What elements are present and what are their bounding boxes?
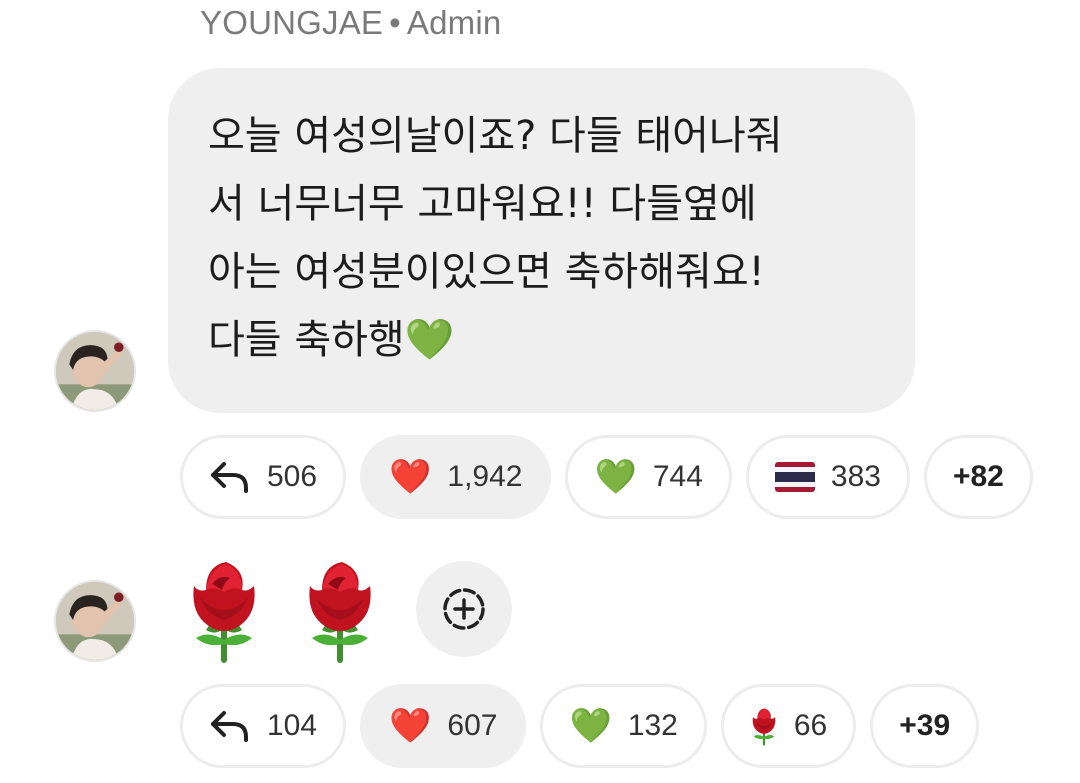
add-reaction-button[interactable] [416, 561, 512, 657]
avatar-photo [56, 332, 134, 410]
sticker-reactions: 104 ❤️ 607 💚 132 66 +39 [180, 684, 980, 768]
reply-button[interactable]: 104 [180, 684, 347, 768]
more-reactions-count: +82 [952, 460, 1004, 493]
thailand-flag-icon [774, 462, 815, 492]
reaction-red-heart[interactable]: ❤️ 607 [360, 684, 527, 768]
reaction-thailand-flag[interactable]: 383 [745, 435, 910, 519]
rose-icon [193, 562, 255, 663]
red-heart-icon: ❤️ [389, 458, 432, 496]
reply-button[interactable]: 506 [180, 435, 347, 519]
reply-count: 506 [267, 460, 318, 493]
reaction-rose[interactable]: 66 [720, 684, 857, 768]
reaction-count: 1,942 [447, 460, 523, 493]
add-reaction-icon [443, 588, 485, 630]
reply-arrow-icon [209, 461, 251, 493]
more-reactions-button[interactable]: +39 [870, 684, 980, 768]
reaction-green-heart[interactable]: 💚 132 [540, 684, 707, 768]
reaction-count: 744 [652, 460, 703, 493]
sender-name[interactable]: YOUNGJAE [200, 4, 383, 41]
sender-header: YOUNGJAE • Admin [200, 4, 501, 42]
message-bubble[interactable]: 오늘 여성의날이죠? 다들 태어나줘 서 너무너무 고마워요!! 다들옆에 아는… [168, 68, 915, 413]
red-heart-icon: ❤️ [389, 707, 432, 745]
reply-arrow-icon [209, 710, 251, 742]
green-heart-icon: 💚 [594, 458, 637, 496]
message-reactions: 506 ❤️ 1,942 💚 744 383 +82 [180, 435, 1033, 519]
sender-avatar[interactable] [54, 330, 136, 412]
sender-avatar[interactable] [54, 580, 136, 662]
rose-icon [752, 708, 776, 746]
sender-role-badge: Admin [406, 4, 502, 41]
reaction-green-heart[interactable]: 💚 744 [565, 435, 732, 519]
rose-icon [309, 562, 371, 663]
green-heart-icon: 💚 [569, 707, 612, 745]
reaction-red-heart[interactable]: ❤️ 1,942 [360, 435, 552, 519]
more-reactions-button[interactable]: +82 [923, 435, 1033, 519]
reaction-count: 383 [830, 460, 881, 493]
reaction-count: 607 [447, 709, 498, 742]
sender-separator: • [389, 4, 401, 41]
reaction-count: 66 [793, 709, 828, 742]
avatar-photo [56, 582, 134, 660]
more-reactions-count: +39 [899, 709, 951, 742]
reaction-count: 132 [627, 709, 678, 742]
reply-count: 104 [267, 709, 318, 742]
sticker-message[interactable] [186, 556, 378, 666]
